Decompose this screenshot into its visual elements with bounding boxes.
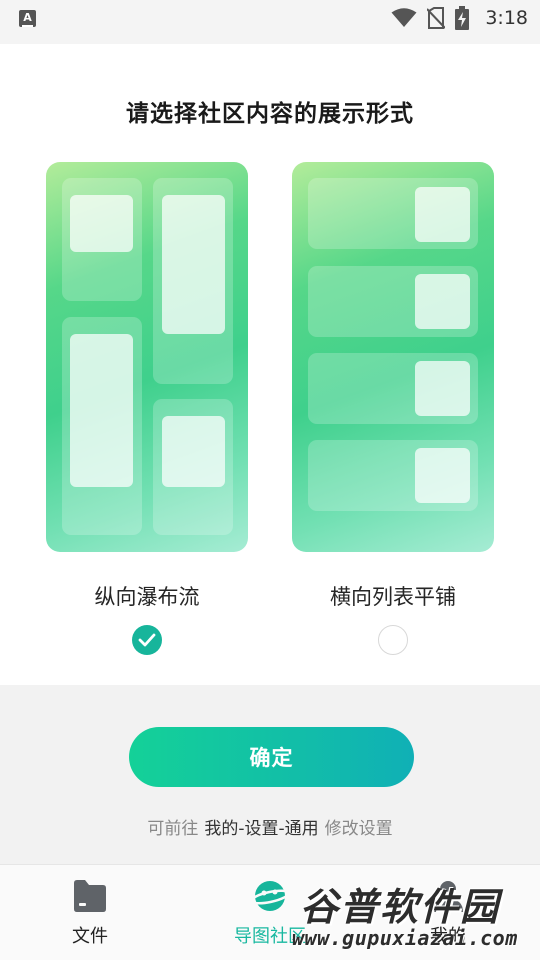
waterfall-option-label[interactable]: 纵向瀑布流 bbox=[46, 581, 248, 611]
battery-charging-icon bbox=[455, 6, 470, 30]
preview-thumbnail bbox=[415, 187, 470, 242]
confirm-button[interactable]: 确定 bbox=[129, 727, 414, 787]
preview-thumbnail bbox=[70, 195, 133, 252]
hint-settings-path: 我的-设置-通用 bbox=[204, 819, 319, 839]
folder-icon bbox=[74, 880, 106, 912]
layout-selection-panel: 请选择社区内容的展示形式 纵向瀑布流 横向列表平铺 bbox=[0, 44, 540, 685]
nav-label-files: 文件 bbox=[72, 926, 108, 947]
list-radio-unselected[interactable] bbox=[378, 625, 408, 655]
page-title: 请选择社区内容的展示形式 bbox=[126, 101, 414, 127]
list-option-label[interactable]: 横向列表平铺 bbox=[292, 581, 494, 611]
preview-thumbnail bbox=[162, 195, 225, 334]
watermark-url: www.gupuxiazai.com bbox=[292, 926, 518, 950]
preview-thumbnail bbox=[415, 274, 470, 329]
waterfall-preview-card[interactable] bbox=[46, 162, 248, 552]
site-watermark: 谷普软件园 www.gupuxiazai.com bbox=[292, 872, 540, 960]
list-preview-card[interactable] bbox=[292, 162, 494, 552]
check-icon bbox=[138, 633, 156, 647]
waterfall-radio-selected[interactable] bbox=[132, 625, 162, 655]
preview-thumbnail bbox=[415, 361, 470, 416]
planet-icon bbox=[252, 881, 288, 911]
clock: 3:18 bbox=[485, 7, 528, 29]
preview-thumbnail bbox=[415, 448, 470, 503]
settings-hint: 可前往 我的-设置-通用 修改设置 bbox=[0, 814, 540, 839]
hint-suffix: 修改设置 bbox=[324, 819, 393, 839]
hint-prefix: 可前往 bbox=[147, 819, 199, 839]
preview-thumbnail bbox=[162, 416, 225, 487]
app-notification-icon: A bbox=[19, 10, 36, 27]
preview-thumbnail bbox=[70, 334, 133, 487]
watermark-title: 谷普软件园 bbox=[300, 885, 501, 929]
no-sim-icon bbox=[427, 7, 446, 29]
status-icons: 3:18 bbox=[391, 6, 528, 30]
nav-item-files[interactable]: 文件 bbox=[30, 865, 150, 960]
wifi-icon bbox=[391, 8, 417, 27]
status-bar: A 3:18 bbox=[0, 0, 540, 44]
